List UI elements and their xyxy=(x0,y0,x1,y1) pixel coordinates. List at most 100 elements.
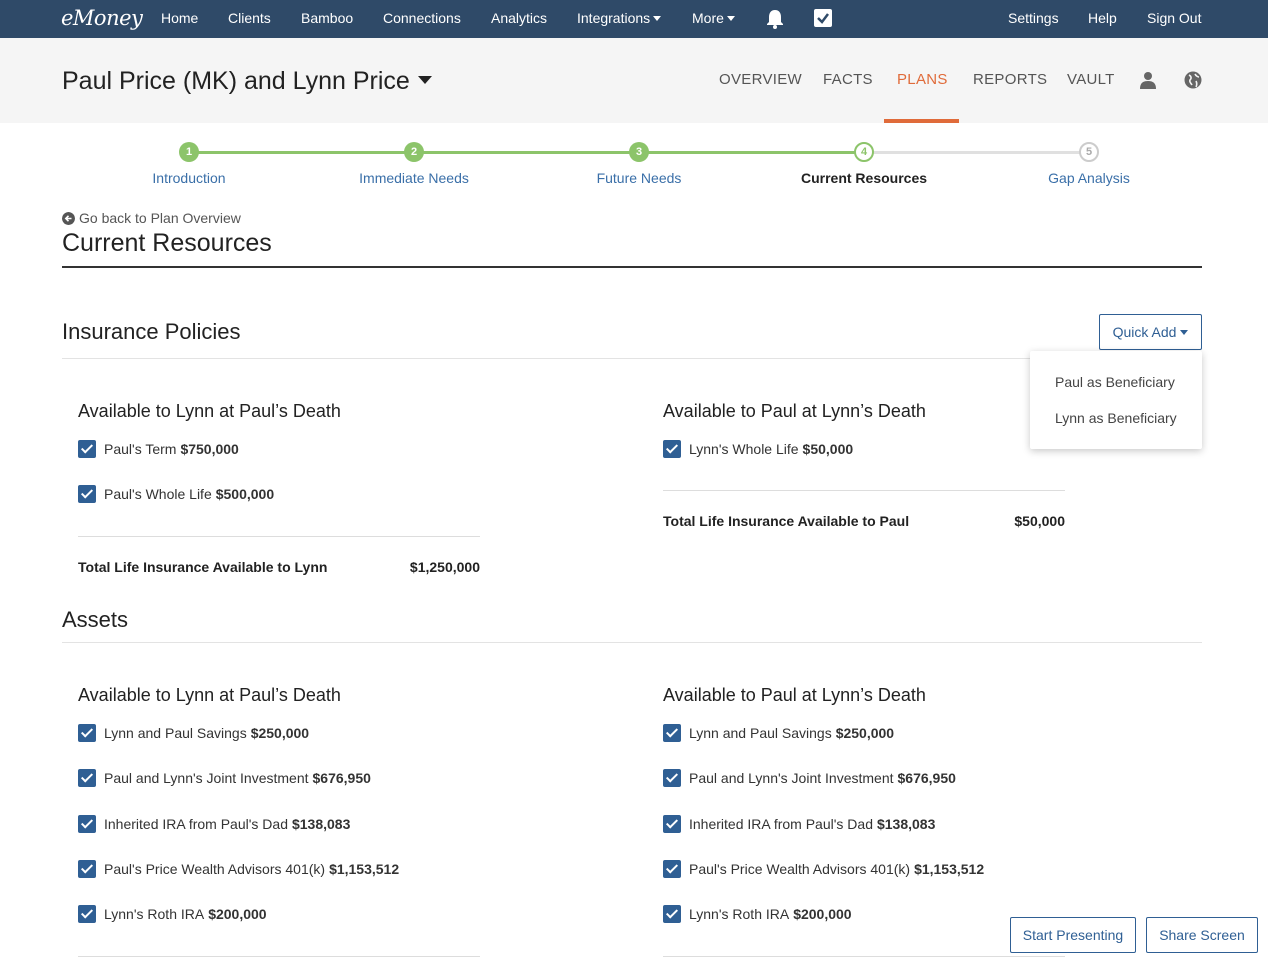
checkbox-checked-icon[interactable] xyxy=(663,905,681,923)
asset-item[interactable]: Lynn and Paul Savings $250,000 xyxy=(663,723,894,743)
stepper-line-pending xyxy=(864,151,1089,154)
item-value: $1,153,512 xyxy=(914,861,985,877)
item-label: Paul's Whole Life xyxy=(104,486,212,502)
item-label: Paul and Lynn's Joint Investment xyxy=(689,770,894,786)
client-name: Paul Price (MK) and Lynn Price xyxy=(62,67,410,95)
step-2-dot[interactable]: 2 xyxy=(404,142,424,162)
active-tab-underline xyxy=(884,119,959,123)
tab-plans[interactable]: PLANS xyxy=(897,71,948,88)
tab-reports[interactable]: REPORTS xyxy=(973,71,1047,88)
checkbox-checked-icon[interactable] xyxy=(78,815,96,833)
step-5-dot[interactable]: 5 xyxy=(1079,142,1099,162)
insurance-item[interactable]: Paul's Term $750,000 xyxy=(78,439,239,459)
nav-integrations[interactable]: Integrations xyxy=(577,10,662,26)
arrow-left-circle-icon xyxy=(62,212,75,225)
asset-item[interactable]: Paul and Lynn's Joint Investment $676,950 xyxy=(78,768,371,788)
step-3-dot[interactable]: 3 xyxy=(629,142,649,162)
checkbox-checked-icon[interactable] xyxy=(78,769,96,787)
checkbox-checked-icon[interactable] xyxy=(78,485,96,503)
asset-item[interactable]: Lynn and Paul Savings $250,000 xyxy=(78,723,309,743)
asset-item[interactable]: Inherited IRA from Paul's Dad $138,083 xyxy=(663,814,935,834)
client-name-dropdown[interactable]: Paul Price (MK) and Lynn Price xyxy=(62,67,432,96)
asset-item[interactable]: Paul and Lynn's Joint Investment $676,950 xyxy=(663,768,956,788)
step-1-dot[interactable]: 1 xyxy=(179,142,199,162)
item-value: $50,000 xyxy=(802,441,854,457)
checkbox-checked-icon[interactable] xyxy=(78,860,96,878)
assets-section-title: Assets xyxy=(62,607,129,632)
step-4-dot[interactable]: 4 xyxy=(854,142,874,162)
checkbox-checked-icon[interactable] xyxy=(663,860,681,878)
step-2-label[interactable]: Immediate Needs xyxy=(324,170,504,186)
page-title: Current Resources xyxy=(62,229,272,257)
step-5-label[interactable]: Gap Analysis xyxy=(999,170,1179,186)
globe-icon[interactable] xyxy=(1184,71,1202,89)
item-value: $138,083 xyxy=(291,816,351,832)
asset-item[interactable]: Lynn's Roth IRA $200,000 xyxy=(663,904,852,924)
emoney-logo[interactable]: eMoney xyxy=(61,6,143,30)
item-label: Lynn's Whole Life xyxy=(689,441,799,457)
tasks-checkbox-icon[interactable] xyxy=(814,9,832,27)
nav-more[interactable]: More xyxy=(692,10,735,26)
checkbox-checked-icon[interactable] xyxy=(663,440,681,458)
item-label: Lynn and Paul Savings xyxy=(104,725,247,741)
asset-item[interactable]: Paul's Price Wealth Advisors 401(k) $1,15… xyxy=(78,859,399,879)
top-navbar: eMoney Home Clients Bamboo Connections A… xyxy=(0,0,1268,38)
asset-item[interactable]: Lynn's Roth IRA $200,000 xyxy=(78,904,267,924)
total-divider xyxy=(78,956,480,957)
checkbox-checked-icon[interactable] xyxy=(78,724,96,742)
insurance-left-heading: Available to Lynn at Paul’s Death xyxy=(78,401,341,421)
nav-analytics[interactable]: Analytics xyxy=(491,10,547,26)
nav-bamboo[interactable]: Bamboo xyxy=(301,10,353,26)
section-divider xyxy=(62,642,1202,643)
nav-sign-out[interactable]: Sign Out xyxy=(1147,10,1201,26)
item-value: $750,000 xyxy=(180,441,239,457)
step-4-label[interactable]: Current Resources xyxy=(774,170,954,186)
nav-home[interactable]: Home xyxy=(161,10,198,26)
item-value: $138,083 xyxy=(876,816,936,832)
person-icon[interactable] xyxy=(1140,71,1156,89)
tab-vault[interactable]: VAULT xyxy=(1067,71,1115,88)
checkbox-checked-icon[interactable] xyxy=(663,815,681,833)
back-to-plan-overview-link[interactable]: Go back to Plan Overview xyxy=(62,210,241,226)
share-screen-button[interactable]: Share Screen xyxy=(1146,917,1258,953)
stepper-line-done xyxy=(189,151,414,154)
asset-item[interactable]: Inherited IRA from Paul's Dad $138,083 xyxy=(78,814,350,834)
insurance-section-title: Insurance Policies xyxy=(62,319,241,344)
checkbox-checked-icon[interactable] xyxy=(663,724,681,742)
quick-add-button[interactable]: Quick Add xyxy=(1099,314,1202,350)
start-presenting-button[interactable]: Start Presenting xyxy=(1010,917,1136,953)
tab-facts[interactable]: FACTS xyxy=(823,71,873,88)
caret-down-icon xyxy=(417,76,432,84)
tab-overview[interactable]: OVERVIEW xyxy=(719,71,802,88)
nav-connections[interactable]: Connections xyxy=(383,10,461,26)
step-1-label[interactable]: Introduction xyxy=(99,170,279,186)
checkbox-checked-icon[interactable] xyxy=(663,769,681,787)
nav-settings[interactable]: Settings xyxy=(1008,10,1059,26)
title-divider xyxy=(62,266,1202,268)
item-label: Lynn's Roth IRA xyxy=(689,906,790,922)
menu-item-paul-as-beneficiary[interactable]: Paul as Beneficiary xyxy=(1055,374,1175,390)
assets-right-heading: Available to Paul at Lynn’s Death xyxy=(663,685,926,705)
checkbox-checked-icon[interactable] xyxy=(78,440,96,458)
item-label: Paul and Lynn's Joint Investment xyxy=(104,770,309,786)
item-value: $676,950 xyxy=(897,770,956,786)
nav-integrations-label: Integrations xyxy=(577,10,651,26)
insurance-item[interactable]: Paul's Whole Life $500,000 xyxy=(78,484,274,504)
quick-add-dropdown-menu: Paul as Beneficiary Lynn as Beneficiary xyxy=(1030,351,1202,449)
insurance-item[interactable]: Lynn's Whole Life $50,000 xyxy=(663,439,853,459)
caret-down-icon xyxy=(653,16,662,21)
step-3-label[interactable]: Future Needs xyxy=(549,170,729,186)
item-value: $250,000 xyxy=(835,725,895,741)
total-divider xyxy=(663,956,1065,957)
menu-item-lynn-as-beneficiary[interactable]: Lynn as Beneficiary xyxy=(1055,410,1177,426)
checkbox-checked-icon[interactable] xyxy=(78,905,96,923)
item-label: Inherited IRA from Paul's Dad xyxy=(689,816,873,832)
bell-icon[interactable] xyxy=(766,9,784,29)
client-header: Paul Price (MK) and Lynn Price OVERVIEW … xyxy=(0,38,1268,123)
nav-clients[interactable]: Clients xyxy=(228,10,271,26)
asset-item[interactable]: Paul's Price Wealth Advisors 401(k) $1,15… xyxy=(663,859,984,879)
total-label: Total Life Insurance Available to Paul xyxy=(663,513,910,529)
total-divider xyxy=(663,490,1065,491)
item-value: $500,000 xyxy=(215,486,275,502)
nav-help[interactable]: Help xyxy=(1088,10,1117,26)
